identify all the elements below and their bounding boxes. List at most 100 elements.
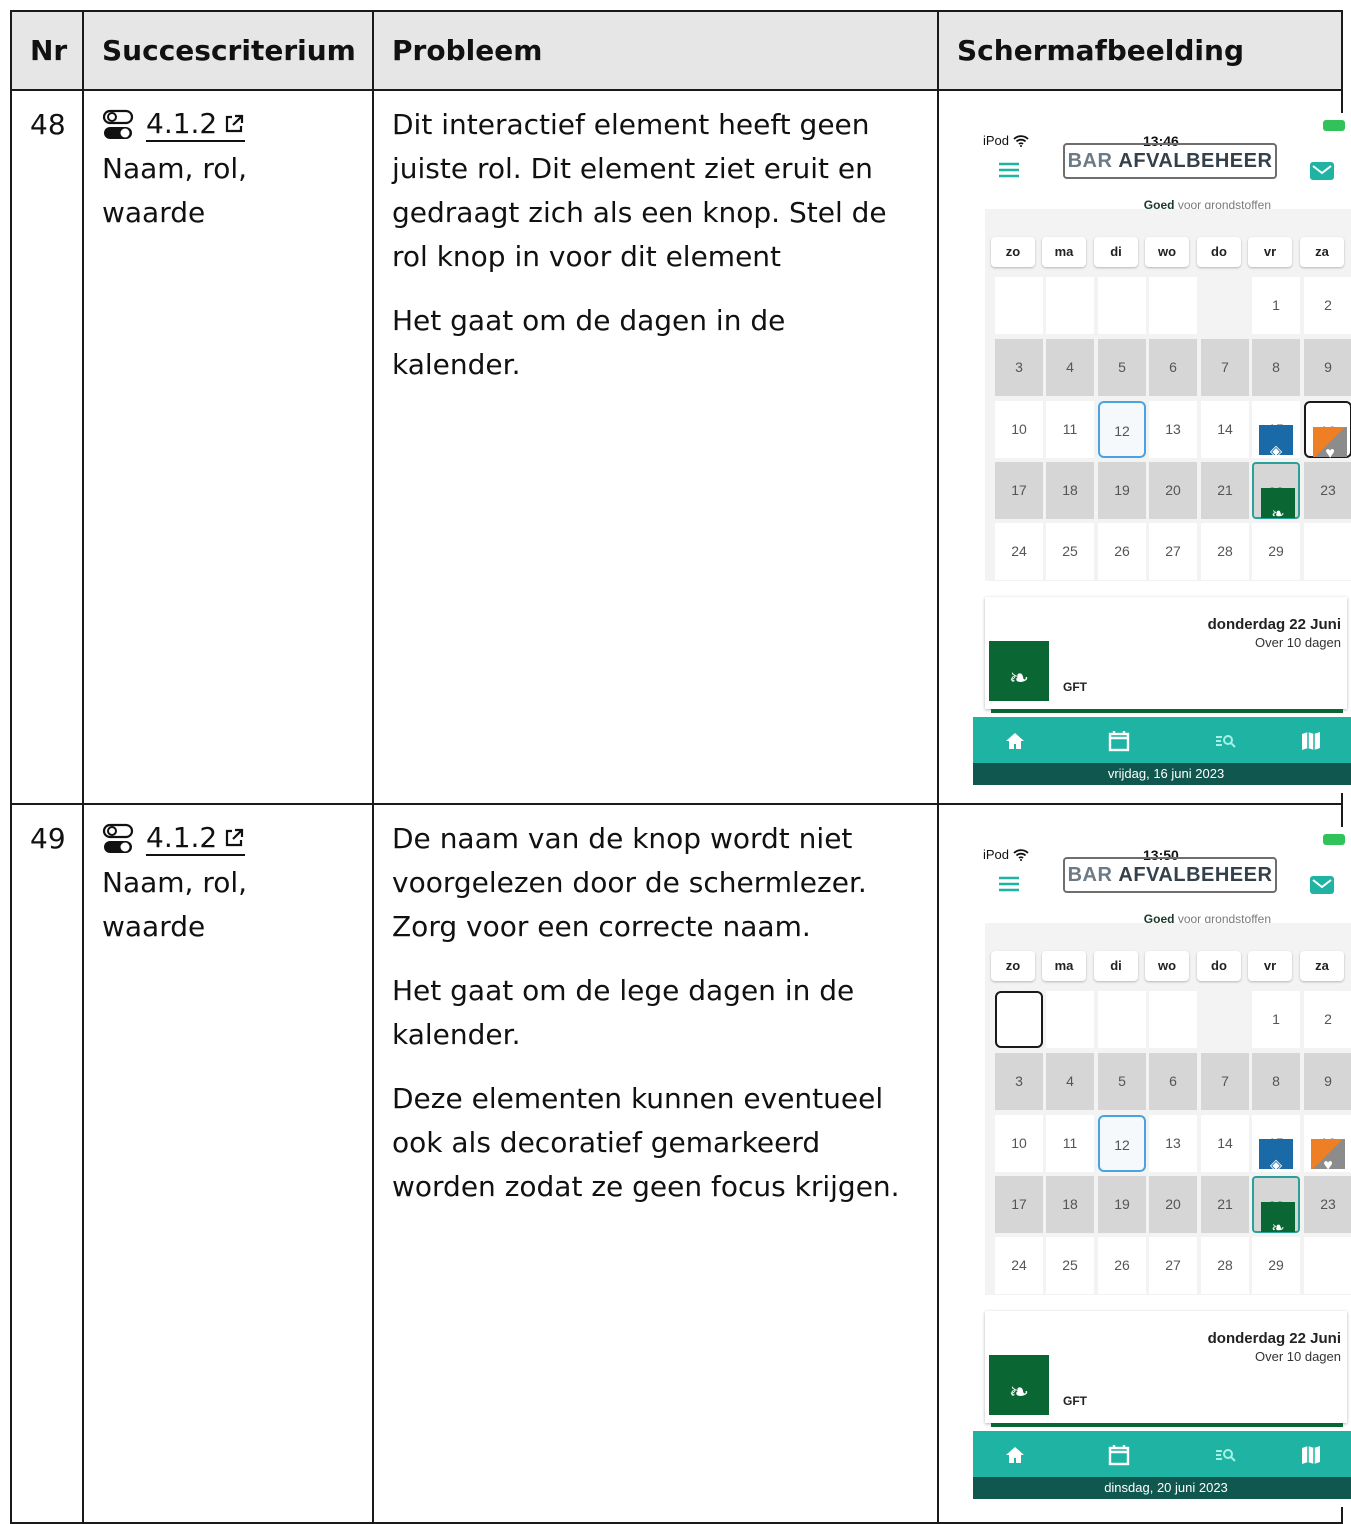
calendar-day[interactable]: 27 — [1149, 523, 1197, 580]
calendar-empty-day[interactable] — [1046, 277, 1094, 334]
detail-divider — [991, 1423, 1343, 1427]
calendar-day[interactable]: 16♥ — [1304, 1115, 1351, 1174]
criterion-link[interactable]: 4.1.2 — [146, 108, 246, 142]
calendar-day[interactable]: 9 — [1304, 339, 1351, 396]
calendar-day[interactable]: 10 — [995, 1115, 1043, 1172]
calendar-day[interactable]: 17 — [995, 1176, 1043, 1233]
calendar-day[interactable]: 25 — [1046, 523, 1094, 580]
calendar-day[interactable]: 21 — [1201, 1176, 1249, 1233]
calendar-day[interactable]: 7 — [1201, 339, 1249, 396]
problem-text: De naam van de knop wordt niet voorgelez… — [392, 822, 867, 943]
calendar-day[interactable]: 5 — [1098, 1053, 1146, 1110]
calendar-empty-day[interactable] — [1149, 277, 1197, 334]
calendar-day[interactable]: 14 — [1201, 1115, 1249, 1172]
calendar-day[interactable]: 22❧ — [1252, 462, 1300, 523]
calendar-day[interactable]: 1 — [1252, 991, 1300, 1048]
calendar-day[interactable]: 20 — [1149, 1176, 1197, 1233]
calendar-day[interactable]: 16♥ — [1304, 401, 1351, 462]
calendar-icon[interactable] — [1107, 1443, 1131, 1467]
calendar-day[interactable]: 14 — [1201, 401, 1249, 458]
calendar-day[interactable]: 29 — [1252, 523, 1300, 580]
calendar-day[interactable]: 22❧ — [1252, 1176, 1300, 1237]
calendar-empty-day[interactable] — [1304, 1237, 1351, 1294]
calendar-day[interactable]: 15◈ — [1252, 1115, 1300, 1174]
calendar-day[interactable]: 19 — [1098, 462, 1146, 519]
calendar-day[interactable]: 2 — [1304, 277, 1351, 334]
calendar-day[interactable]: 20 — [1149, 462, 1197, 519]
calendar-day[interactable]: 5 — [1098, 339, 1146, 396]
calendar-day[interactable]: 25 — [1046, 1237, 1094, 1294]
calendar-day[interactable]: 19 — [1098, 1176, 1146, 1233]
calendar-day[interactable]: 6 — [1149, 339, 1197, 396]
calendar-day[interactable]: 21 — [1201, 462, 1249, 519]
calendar-day[interactable]: 3 — [995, 339, 1043, 396]
calendar-empty-day[interactable] — [1098, 991, 1146, 1048]
calendar-day[interactable]: 17 — [995, 462, 1043, 519]
menu-icon[interactable] — [997, 161, 1021, 179]
calendar-empty-day[interactable] — [995, 991, 1043, 1048]
day-number: 14 — [1217, 421, 1233, 437]
day-number: 12 — [1114, 423, 1130, 439]
day-number: 19 — [1114, 1196, 1130, 1212]
map-icon[interactable] — [1299, 1443, 1323, 1467]
day-number: 12 — [1114, 1137, 1130, 1153]
calendar-day[interactable]: 13 — [1149, 1115, 1197, 1172]
calendar-day[interactable]: 23 — [1304, 1176, 1351, 1233]
calendar-empty-day[interactable] — [1304, 523, 1351, 580]
calendar-day[interactable]: 8 — [1252, 339, 1300, 396]
calendar-day[interactable]: 28 — [1201, 523, 1249, 580]
calendar-day[interactable]: 27 — [1149, 1237, 1197, 1294]
problem-text: Dit interactief element heeft geen juist… — [392, 108, 887, 273]
menu-icon[interactable] — [997, 875, 1021, 893]
calendar-day[interactable]: 6 — [1149, 1053, 1197, 1110]
calendar-day[interactable]: 12 — [1098, 401, 1146, 458]
calendar-day[interactable]: 26 — [1098, 523, 1146, 580]
calendar-empty-day[interactable] — [995, 277, 1043, 334]
header-nr: Nr — [10, 10, 84, 91]
calendar-icon[interactable] — [1107, 729, 1131, 753]
calendar-day[interactable]: 29 — [1252, 1237, 1300, 1294]
calendar-day[interactable]: 24 — [995, 523, 1043, 580]
search-list-icon[interactable] — [1213, 729, 1237, 753]
weekday-header: wo — [1145, 237, 1189, 267]
calendar-day[interactable]: 9 — [1304, 1053, 1351, 1110]
search-list-icon[interactable] — [1213, 1443, 1237, 1467]
home-icon[interactable] — [1003, 1443, 1027, 1467]
calendar-day[interactable]: 18 — [1046, 1176, 1094, 1233]
wifi-icon — [1013, 849, 1029, 861]
calendar-empty-day[interactable] — [1098, 277, 1146, 334]
calendar-empty-day[interactable] — [1149, 991, 1197, 1048]
calendar-day[interactable]: 12 — [1098, 1115, 1146, 1172]
criterion-name: Naam, rol, waarde — [102, 152, 248, 229]
calendar-empty-day[interactable] — [1046, 991, 1094, 1048]
home-icon[interactable] — [1003, 729, 1027, 753]
logo-bar: BAR — [1067, 150, 1113, 172]
day-number: 27 — [1165, 543, 1181, 559]
calendar-day[interactable]: 26 — [1098, 1237, 1146, 1294]
calendar-day[interactable]: 15◈ — [1252, 401, 1300, 460]
calendar-day[interactable]: 28 — [1201, 1237, 1249, 1294]
residual-waste-icon: ♥ — [1311, 1139, 1345, 1174]
calendar-day[interactable]: 18 — [1046, 462, 1094, 519]
criterion-link[interactable]: 4.1.2 — [146, 822, 246, 856]
calendar-day[interactable]: 11 — [1046, 401, 1094, 458]
calendar-day[interactable]: 24 — [995, 1237, 1043, 1294]
calendar-day[interactable]: 3 — [995, 1053, 1043, 1110]
calendar-day[interactable]: 4 — [1046, 1053, 1094, 1110]
mail-icon[interactable] — [1309, 161, 1335, 181]
calendar-day[interactable]: 11 — [1046, 1115, 1094, 1172]
mail-icon[interactable] — [1309, 875, 1335, 895]
calendar-day[interactable]: 4 — [1046, 339, 1094, 396]
day-number: 25 — [1062, 543, 1078, 559]
day-number: 9 — [1324, 359, 1332, 375]
calendar-day[interactable]: 8 — [1252, 1053, 1300, 1110]
day-number: 21 — [1217, 482, 1233, 498]
calendar-day[interactable]: 13 — [1149, 401, 1197, 458]
calendar-day[interactable]: 10 — [995, 401, 1043, 458]
calendar-day[interactable]: 23 — [1304, 462, 1351, 519]
calendar-day[interactable]: 7 — [1201, 1053, 1249, 1110]
calendar-day[interactable]: 2 — [1304, 991, 1351, 1048]
map-icon[interactable] — [1299, 729, 1323, 753]
calendar-day[interactable]: 1 — [1252, 277, 1300, 334]
battery-icon — [1323, 834, 1345, 845]
